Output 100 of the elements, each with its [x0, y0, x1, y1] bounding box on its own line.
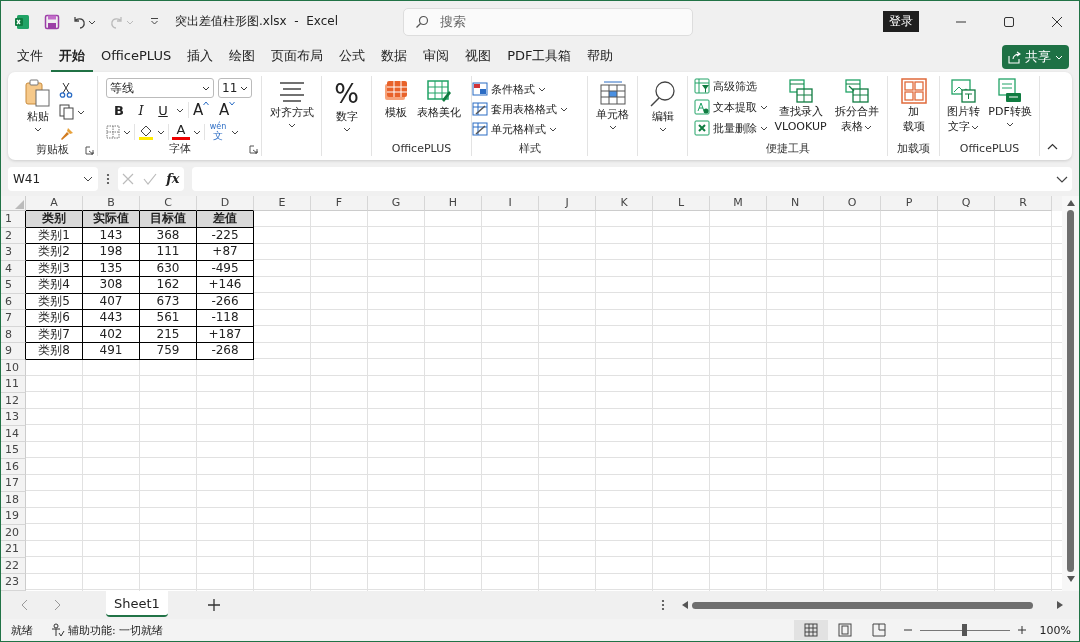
share-button[interactable]: 共享	[1002, 45, 1069, 69]
name-box[interactable]: W41	[8, 166, 98, 191]
zoom-level[interactable]: 100%	[1039, 623, 1071, 637]
horizontal-scrollbar[interactable]	[681, 601, 1063, 609]
add-ins-button[interactable]: 加 载项	[898, 78, 929, 134]
column-header[interactable]: I	[482, 196, 539, 211]
column-header[interactable]: P	[881, 196, 938, 211]
bold-button[interactable]: B	[110, 102, 128, 118]
row-header[interactable]: 9	[1, 343, 26, 360]
accessibility-icon[interactable]	[51, 623, 65, 637]
zoom-out-icon[interactable]	[903, 626, 912, 634]
more-icon[interactable]	[660, 599, 665, 611]
save-icon[interactable]	[44, 13, 60, 30]
menu-tab[interactable]: PDF工具箱	[499, 42, 580, 72]
column-header[interactable]: D	[197, 196, 254, 211]
caret-icon[interactable]	[176, 106, 184, 114]
ribbon-button[interactable]: 单元格样式	[472, 121, 557, 137]
scroll-down-icon[interactable]	[1066, 576, 1075, 582]
customize-icon[interactable]	[150, 17, 159, 26]
menu-tab[interactable]: 页面布局	[263, 42, 332, 72]
font-size-dropdown[interactable]: 11	[218, 78, 252, 98]
menu-tab[interactable]: 文件	[9, 42, 51, 72]
row-header[interactable]: 19	[1, 508, 26, 525]
more-icon[interactable]	[106, 172, 110, 185]
scroll-left-icon[interactable]	[681, 601, 688, 609]
ribbon-button[interactable]: PDF转换	[986, 78, 1034, 128]
fill-bucket-icon[interactable]	[138, 123, 154, 140]
menu-tab[interactable]: 视图	[457, 42, 500, 72]
cells-button[interactable]: 单元格	[594, 76, 631, 131]
scroll-up-icon[interactable]	[1066, 200, 1075, 206]
phonetic-button[interactable]: wén 文	[208, 122, 228, 141]
row-header[interactable]: 5	[1, 277, 26, 294]
ribbon-button[interactable]: 图片转 文字	[945, 78, 983, 134]
brush-icon[interactable]	[58, 126, 75, 142]
dialog-launcher-icon[interactable]	[85, 146, 94, 155]
formula-input[interactable]	[192, 166, 1072, 191]
column-header[interactable]: B	[83, 196, 140, 211]
check-icon[interactable]	[143, 172, 158, 185]
menu-tab[interactable]: OfficePLUS	[93, 44, 180, 70]
number-format-button[interactable]: % 数字	[332, 76, 361, 133]
insert-function-button[interactable]: fx	[166, 171, 180, 186]
menu-tab[interactable]: 帮助	[579, 42, 622, 72]
copy-icon[interactable]	[58, 104, 85, 120]
ribbon-button[interactable]: 拆分合并 表格	[832, 78, 881, 134]
column-header[interactable]: R	[995, 196, 1052, 211]
row-header[interactable]: 7	[1, 310, 26, 327]
column-header[interactable]: O	[824, 196, 881, 211]
collapse-ribbon-icon[interactable]	[1047, 143, 1058, 150]
close-icon[interactable]	[1051, 15, 1063, 28]
sheet-tab[interactable]: Sheet1	[106, 591, 168, 617]
sign-in-button[interactable]: 登录	[883, 11, 919, 32]
column-header[interactable]: G	[368, 196, 425, 211]
menu-tab[interactable]: 插入	[179, 42, 222, 72]
row-header[interactable]: 11	[1, 376, 26, 393]
italic-button[interactable]: I	[132, 102, 150, 118]
zoom-in-icon[interactable]	[1017, 626, 1026, 634]
add-sheet-icon[interactable]	[207, 599, 220, 611]
column-header[interactable]: C	[140, 196, 197, 211]
column-header[interactable]: A	[26, 196, 83, 211]
column-header[interactable]: J	[539, 196, 596, 211]
row-header[interactable]: 17	[1, 475, 26, 492]
row-header[interactable]: 23	[1, 574, 26, 591]
alignment-button[interactable]: 对齐方式	[267, 76, 316, 129]
ribbon-button[interactable]: 表格美化	[414, 78, 463, 120]
maximize-icon[interactable]	[1003, 15, 1015, 28]
undo-icon[interactable]	[72, 14, 86, 29]
column-header[interactable]: M	[710, 196, 767, 211]
menu-tab[interactable]: 数据	[373, 42, 416, 72]
ribbon-button[interactable]: 查找录入 VLOOKUP	[772, 78, 829, 134]
ribbon-button[interactable]: 套用表格格式	[472, 101, 568, 117]
underline-button[interactable]: U	[154, 102, 172, 118]
dialog-launcher-icon[interactable]	[249, 145, 258, 154]
column-header[interactable]: L	[653, 196, 710, 211]
column-header[interactable]: Q	[938, 196, 995, 211]
menu-tab[interactable]: 审阅	[415, 42, 458, 72]
menu-tab[interactable]: 绘图	[221, 42, 264, 72]
menu-tab[interactable]: 公式	[331, 42, 374, 72]
view-button[interactable]	[793, 620, 828, 640]
column-header[interactable]: K	[596, 196, 653, 211]
ribbon-button[interactable]: 高级筛选	[694, 78, 758, 94]
row-header[interactable]: 15	[1, 442, 26, 459]
cut-icon[interactable]	[58, 82, 73, 98]
column-header[interactable]: H	[425, 196, 482, 211]
ribbon-button[interactable]: 批量删除	[694, 120, 769, 136]
decrease-font-button[interactable]: A	[219, 101, 241, 119]
accessibility-status[interactable]: 辅助功能: 一切就绪	[68, 622, 164, 638]
row-header[interactable]: 3	[1, 244, 26, 261]
font-name-dropdown[interactable]: 等线	[106, 78, 214, 98]
editing-button[interactable]: 编辑	[646, 76, 679, 133]
row-header[interactable]: 1	[1, 211, 26, 228]
search-field[interactable]: 搜索	[403, 7, 693, 36]
column-header[interactable]: N	[767, 196, 824, 211]
vertical-scrollbar[interactable]	[1062, 196, 1079, 591]
ribbon-button[interactable]: 模板	[380, 78, 411, 120]
row-header[interactable]: 13	[1, 409, 26, 426]
increase-font-button[interactable]: A	[193, 101, 215, 119]
ribbon-button[interactable]: 文本提取	[694, 99, 769, 115]
font-color-button[interactable]: A	[172, 123, 190, 140]
paste-button[interactable]: 粘贴	[20, 78, 55, 133]
column-header[interactable]: E	[254, 196, 311, 211]
